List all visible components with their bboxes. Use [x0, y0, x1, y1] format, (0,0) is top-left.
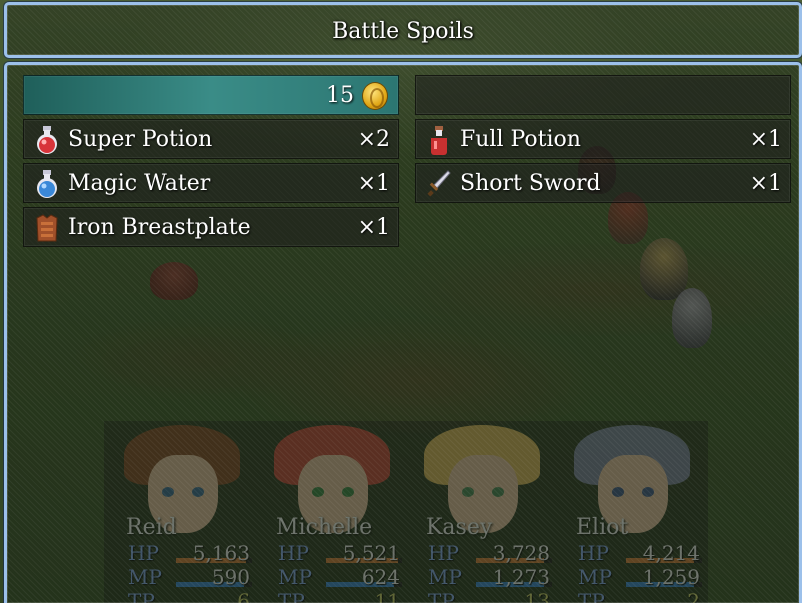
list-item[interactable]: Short Sword ×1 [415, 163, 791, 203]
list-item[interactable]: Super Potion ×2 [23, 119, 399, 159]
item-name: Full Potion [460, 127, 581, 152]
armor-icon [34, 213, 60, 243]
gold-coin-icon [362, 82, 388, 110]
list-item[interactable]: Full Potion ×1 [415, 119, 791, 159]
item-count: ×1 [749, 127, 782, 152]
red-potion-icon [34, 125, 60, 155]
item-count: ×1 [357, 215, 390, 240]
title-window: Battle Spoils [4, 2, 802, 58]
window-title: Battle Spoils [332, 19, 474, 44]
gold-row: 15 [23, 75, 399, 115]
red-flask-icon [426, 125, 452, 155]
blue-potion-icon [34, 169, 60, 199]
item-name: Magic Water [68, 171, 211, 196]
item-name: Super Potion [68, 127, 213, 152]
item-count: ×2 [357, 127, 390, 152]
item-name: Iron Breastplate [68, 215, 251, 240]
empty-row [415, 75, 791, 115]
item-count: ×1 [357, 171, 390, 196]
item-name: Short Sword [460, 171, 601, 196]
list-item[interactable]: Iron Breastplate ×1 [23, 207, 399, 247]
item-count: ×1 [749, 171, 782, 196]
list-item[interactable]: Magic Water ×1 [23, 163, 399, 203]
gold-amount: 15 [326, 83, 354, 108]
sword-icon [426, 169, 452, 199]
